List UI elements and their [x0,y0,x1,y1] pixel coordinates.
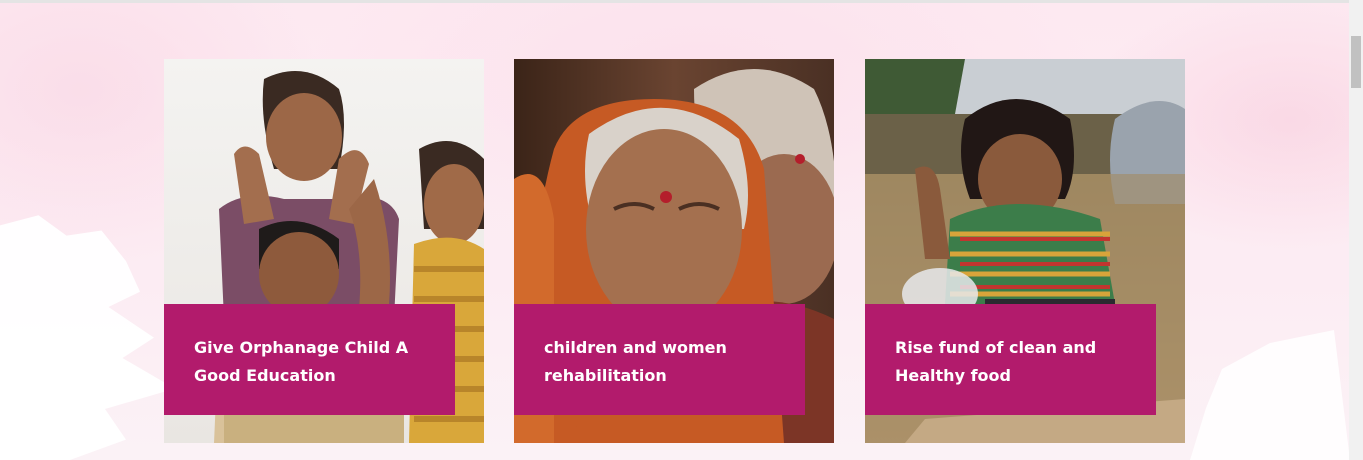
card-caption: children and women rehabilitation [514,304,805,415]
cause-card-education[interactable]: Give Orphanage Child A Good Education [164,59,484,443]
card-title[interactable]: Rise fund of clean and Healthy food [895,334,1126,390]
header-divider [0,0,1349,3]
card-caption: Give Orphanage Child A Good Education [164,304,455,415]
cause-card-food[interactable]: Rise fund of clean and Healthy food [865,59,1185,443]
cause-card-rehabilitation[interactable]: children and women rehabilitation [514,59,834,443]
card-title[interactable]: Give Orphanage Child A Good Education [194,334,425,390]
card-caption: Rise fund of clean and Healthy food [865,304,1156,415]
scrollbar-thumb[interactable] [1351,36,1361,88]
scrollbar[interactable] [1349,0,1363,460]
card-title[interactable]: children and women rehabilitation [544,334,775,390]
